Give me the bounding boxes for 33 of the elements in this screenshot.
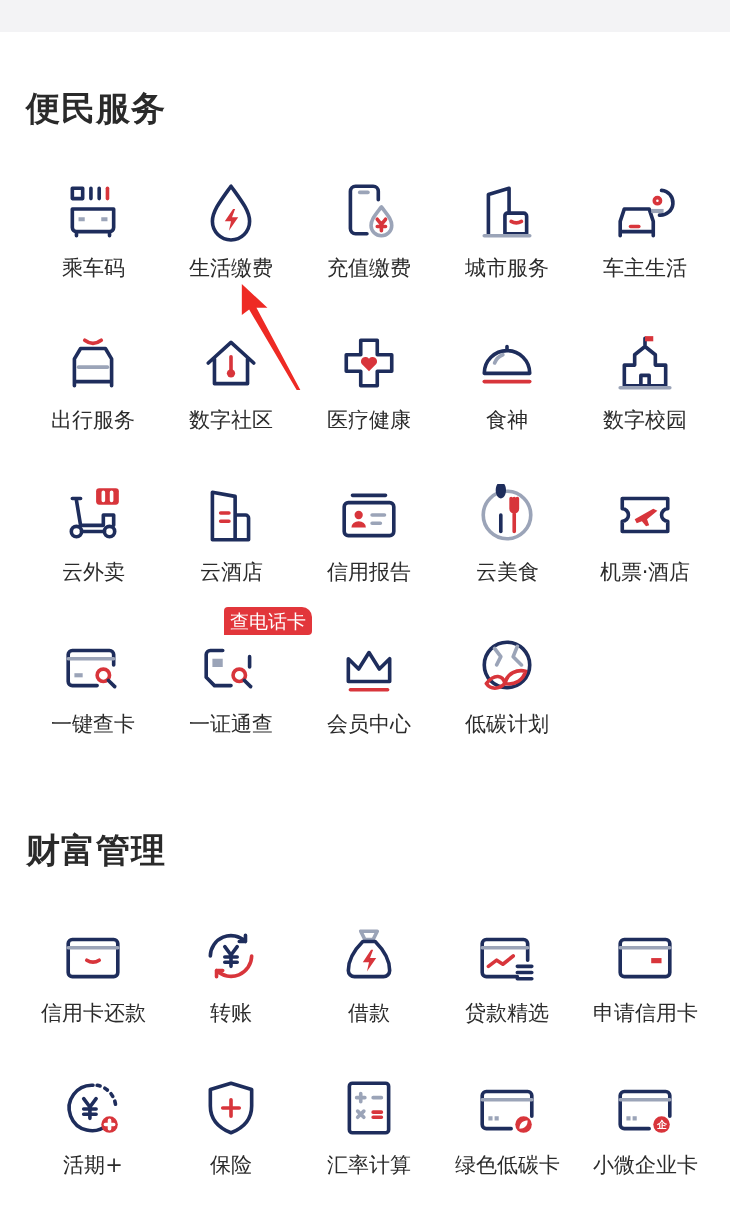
- service-label[interactable]: 云美食: [475, 559, 539, 585]
- service-label[interactable]: 汇率计算: [327, 1152, 411, 1178]
- service-label[interactable]: 机票·酒店: [599, 559, 691, 585]
- service-label[interactable]: 活期+: [63, 1152, 123, 1178]
- tag-badge: 查电话卡: [224, 607, 312, 635]
- section-title: 财富管理: [26, 830, 167, 870]
- badge-mark: 企: [656, 1118, 668, 1132]
- service-label[interactable]: 小微企业卡: [592, 1152, 698, 1178]
- service-label[interactable]: 一键查卡: [51, 711, 135, 737]
- service-label[interactable]: 信用卡还款: [40, 1000, 146, 1026]
- service-label[interactable]: 数字社区: [189, 407, 273, 433]
- service-label[interactable]: 一证通查: [189, 711, 273, 737]
- service-label[interactable]: 云酒店: [199, 559, 263, 585]
- service-label[interactable]: 会员中心: [327, 711, 411, 737]
- service-label[interactable]: 贷款精选: [465, 1000, 549, 1026]
- service-label[interactable]: 数字校园: [603, 407, 687, 433]
- service-label[interactable]: 城市服务: [465, 255, 549, 281]
- service-label[interactable]: 保险: [210, 1152, 252, 1178]
- section-title: 便民服务: [26, 88, 167, 128]
- service-label[interactable]: 医疗健康: [327, 407, 411, 433]
- service-label[interactable]: 车主生活: [603, 255, 687, 281]
- service-label[interactable]: 借款: [348, 1000, 390, 1026]
- service-label[interactable]: 信用报告: [327, 559, 411, 585]
- service-label[interactable]: 申请信用卡: [592, 1000, 698, 1026]
- service-label[interactable]: 充值缴费: [327, 255, 411, 281]
- service-label[interactable]: 云外卖: [61, 559, 125, 585]
- service-label[interactable]: 出行服务: [51, 407, 135, 433]
- service-label[interactable]: 绿色低碳卡: [454, 1152, 560, 1178]
- service-label[interactable]: 生活缴费: [189, 255, 273, 281]
- service-label[interactable]: 乘车码: [61, 255, 125, 281]
- service-label[interactable]: 转账: [210, 1000, 252, 1026]
- service-label[interactable]: 低碳计划: [465, 711, 549, 737]
- service-label[interactable]: 食神: [486, 407, 528, 433]
